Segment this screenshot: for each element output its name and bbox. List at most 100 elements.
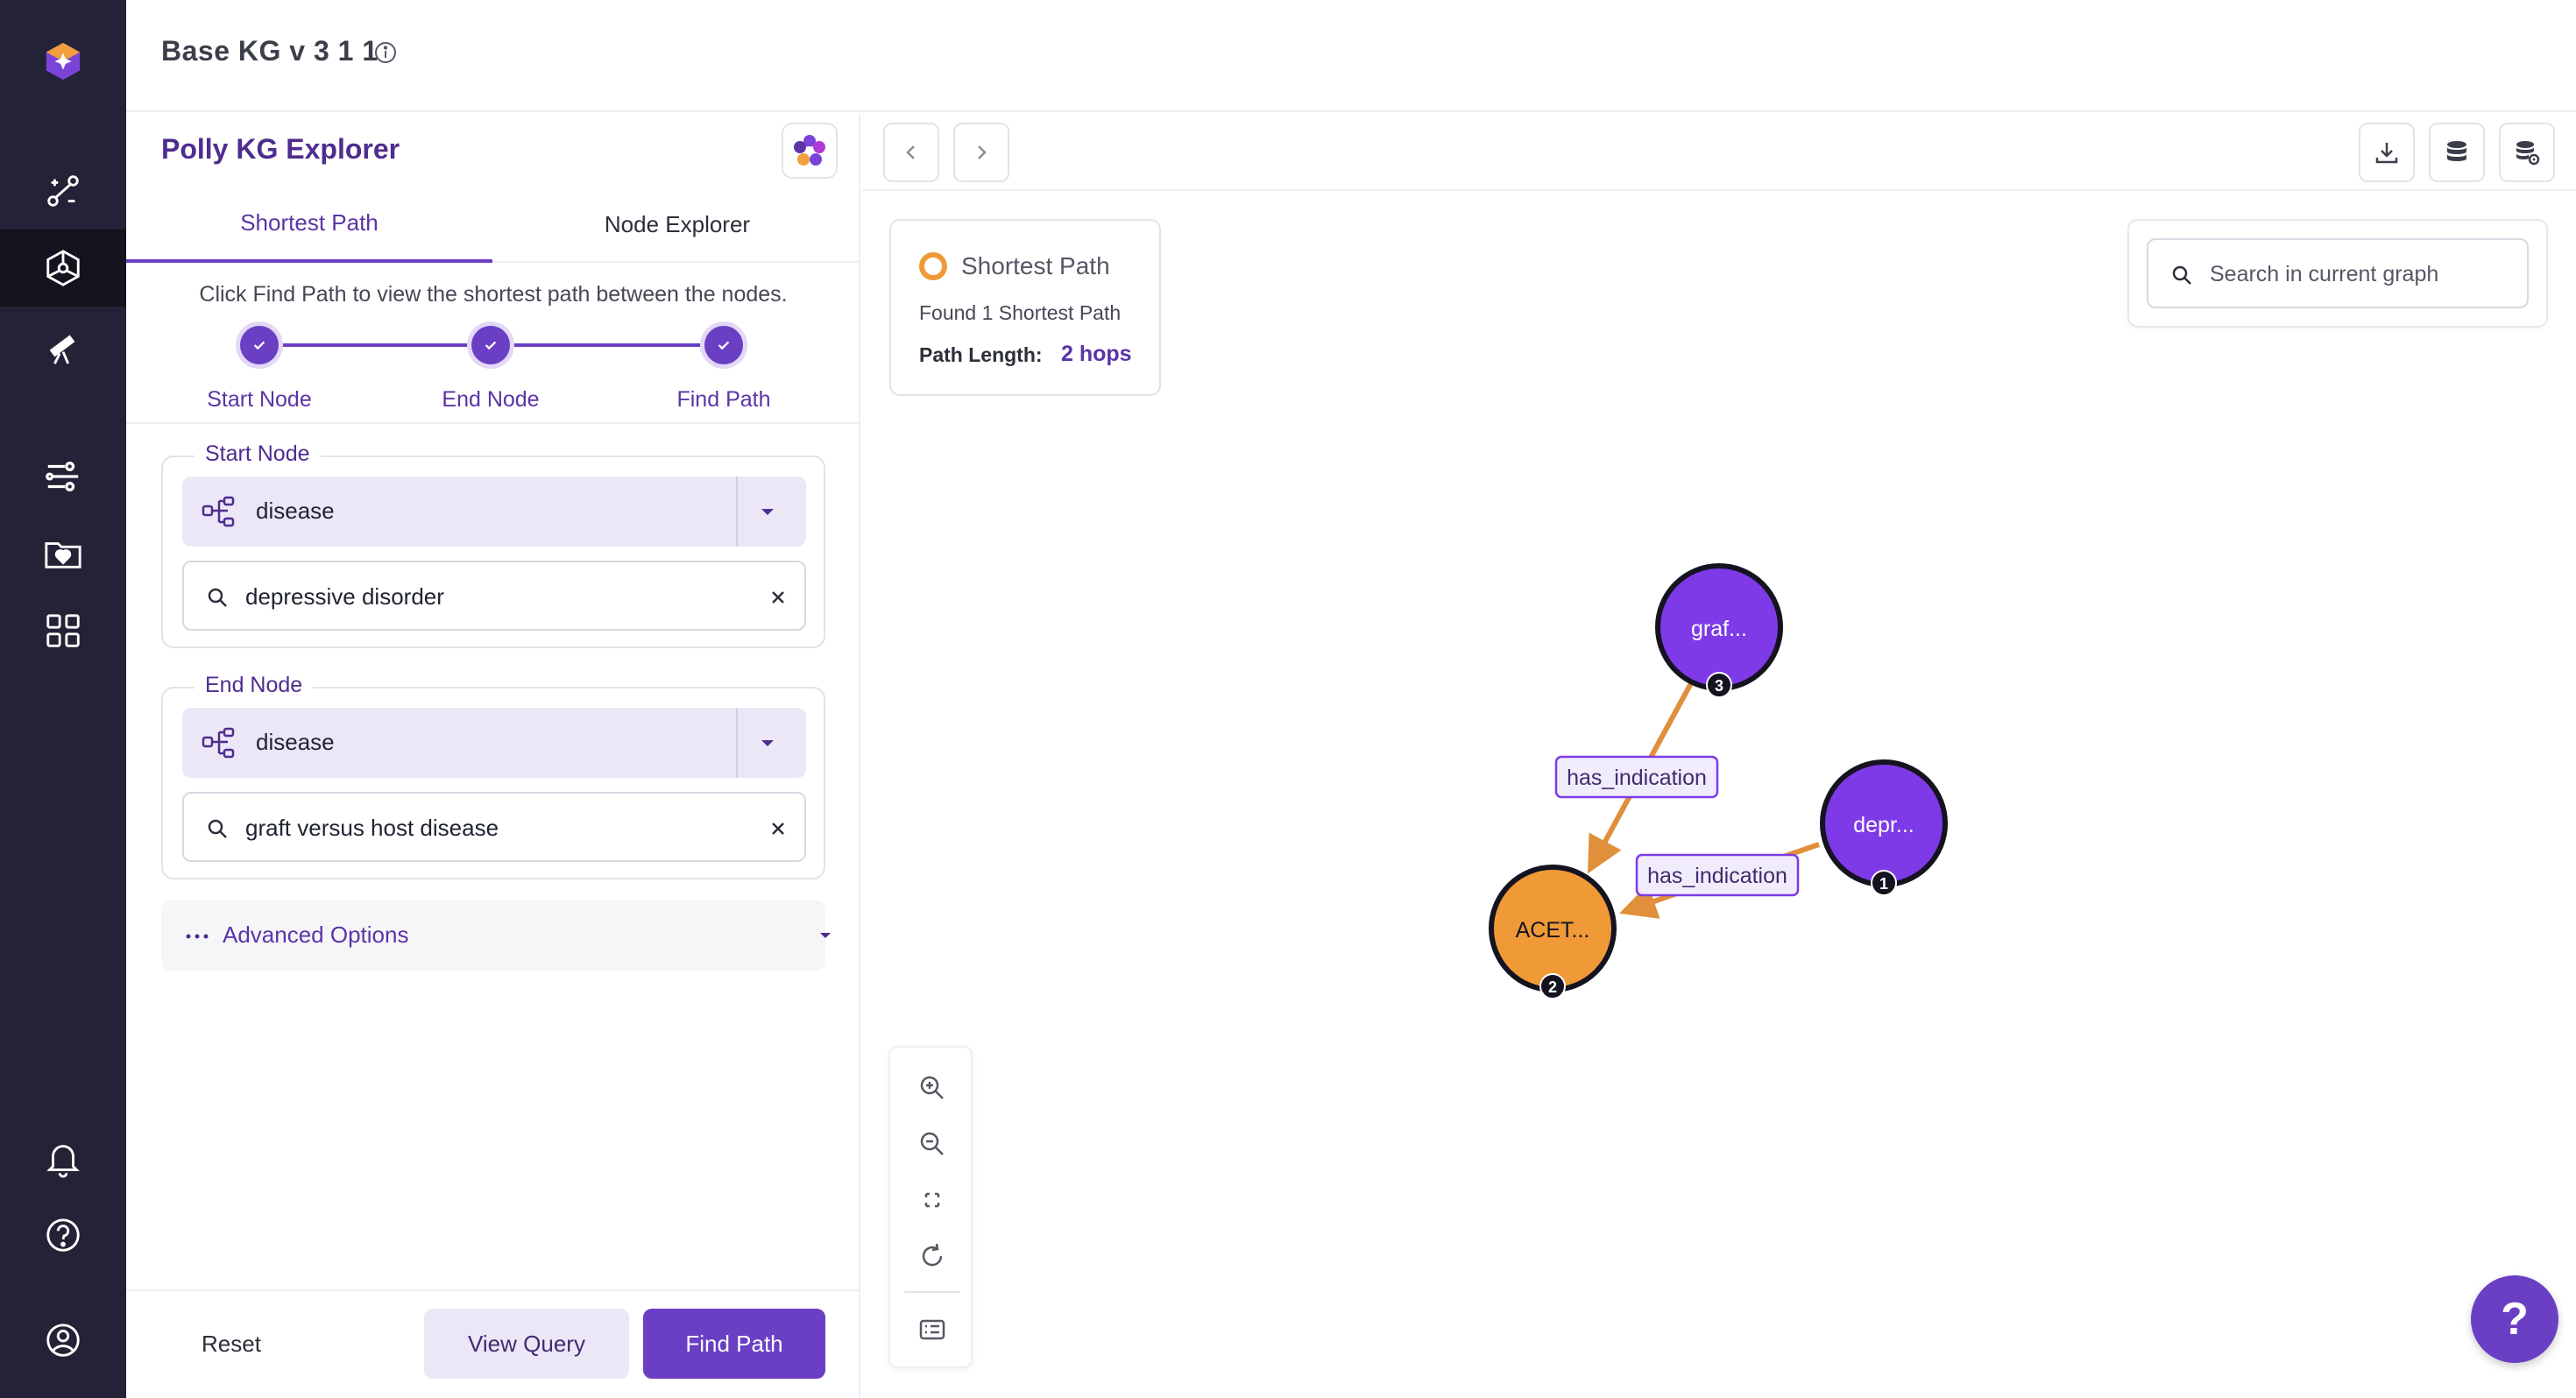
rail-favorites-button[interactable]	[0, 515, 126, 592]
start-node-type-value: disease	[256, 498, 335, 524]
node-label: depr...	[1853, 813, 1914, 837]
close-icon[interactable]	[766, 816, 790, 841]
search-icon	[208, 588, 227, 607]
graph-node[interactable]: graf... 3	[1655, 563, 1783, 698]
tab-shortest-path[interactable]: Shortest Path	[126, 186, 492, 263]
graph-node[interactable]: ACET... 2	[1489, 865, 1617, 999]
view-query-button[interactable]: View Query	[424, 1309, 629, 1379]
help-fab-button[interactable]: ?	[2471, 1275, 2558, 1363]
zoom-out-button[interactable]	[915, 1126, 950, 1161]
step-check-icon	[704, 326, 743, 364]
node-label: ACET...	[1516, 918, 1590, 943]
rail-kg-explorer-button[interactable]	[0, 229, 126, 307]
step-check-icon	[471, 326, 510, 364]
step-connector	[275, 343, 489, 347]
app-logo[interactable]	[0, 23, 126, 100]
legend-button[interactable]	[915, 1312, 950, 1347]
end-node-type-value: disease	[256, 729, 335, 755]
hierarchy-icon	[202, 496, 235, 527]
rail-apps-button[interactable]	[0, 592, 126, 669]
question-circle-icon	[46, 1218, 80, 1252]
folder-heart-icon	[45, 542, 81, 568]
step-label-end: End Node	[442, 387, 540, 412]
bell-icon	[46, 1145, 80, 1178]
select-separator	[736, 477, 738, 547]
end-node-type-select[interactable]: disease	[182, 708, 806, 778]
database-button[interactable]	[2429, 123, 2485, 182]
end-node-search-field[interactable]	[182, 792, 806, 862]
rail-discover-button[interactable]	[0, 307, 126, 384]
panel-tabs: Shortest Path Node Explorer	[126, 186, 860, 263]
back-button[interactable]	[883, 123, 939, 182]
reset-button[interactable]: Reset	[184, 1309, 279, 1379]
advanced-options-toggle[interactable]: Advanced Options	[161, 900, 831, 971]
node-order: 2	[1548, 978, 1557, 996]
rail-workflows-button[interactable]	[0, 438, 126, 515]
footer-divider	[126, 1289, 860, 1291]
zoom-in-icon	[920, 1076, 944, 1099]
explorer-panel: Polly KG Explorer Shortest Path Node Exp…	[126, 114, 860, 1398]
caret-down-icon[interactable]	[757, 501, 778, 522]
select-separator	[736, 708, 738, 778]
database-gear-icon	[2516, 141, 2540, 166]
find-path-button[interactable]: Find Path	[643, 1309, 825, 1379]
fit-screen-icon	[924, 1192, 940, 1208]
kg-version-title: Base KG v 3 1 1	[161, 35, 379, 67]
caret-down-icon	[820, 933, 831, 938]
zoom-out-icon	[920, 1132, 944, 1155]
user-circle-icon	[46, 1324, 80, 1357]
fit-view-button[interactable]	[915, 1183, 950, 1218]
route-icon	[47, 175, 79, 207]
flower-logo-icon	[794, 135, 825, 166]
rail-notifications-button[interactable]	[0, 1119, 126, 1197]
panel-title: Polly KG Explorer	[161, 133, 400, 165]
graph-toolbar	[862, 114, 2576, 191]
top-header: Base KG v 3 1 1	[126, 0, 2576, 112]
database-icon	[2447, 141, 2466, 161]
graph-edge[interactable]: has_indication	[1554, 681, 1719, 874]
reset-view-button[interactable]	[915, 1239, 950, 1274]
forward-button[interactable]	[953, 123, 1009, 182]
rail-pathway-button[interactable]	[0, 152, 126, 229]
pipeline-icon	[46, 461, 79, 492]
graph-edge[interactable]: has_indication	[1619, 842, 1820, 919]
rail-help-button[interactable]	[0, 1197, 126, 1274]
refresh-icon	[922, 1243, 943, 1267]
rail-profile-button[interactable]	[0, 1302, 126, 1379]
database-settings-button[interactable]	[2499, 123, 2555, 182]
start-node-type-select[interactable]: disease	[182, 477, 806, 547]
search-icon	[208, 819, 227, 838]
telescope-icon	[49, 335, 75, 364]
node-label: graf...	[1691, 617, 1747, 641]
download-button[interactable]	[2359, 123, 2415, 182]
info-icon[interactable]	[373, 40, 398, 65]
start-node-search-field[interactable]	[182, 561, 806, 631]
start-node-search-input[interactable]	[245, 578, 736, 615]
end-node-group: End Node disease	[161, 673, 825, 879]
polly-assistant-button[interactable]	[782, 123, 838, 179]
close-icon[interactable]	[766, 585, 790, 610]
caret-down-icon[interactable]	[757, 732, 778, 753]
more-dots-icon	[186, 934, 209, 939]
end-node-search-input[interactable]	[245, 809, 736, 846]
end-node-legend: End Node	[195, 673, 314, 698]
step-connector	[506, 343, 715, 347]
graph-canvas[interactable]: has_indication has_indication graf... 3 …	[862, 193, 2576, 1398]
zoom-in-button[interactable]	[915, 1070, 950, 1105]
instructions-text: Click Find Path to view the shortest pat…	[199, 282, 788, 307]
start-node-legend: Start Node	[195, 441, 321, 467]
chevron-left-icon	[906, 145, 915, 159]
progress-stepper: Start Node End Node Find Path	[126, 321, 860, 426]
graph-node[interactable]: depr... 1	[1820, 759, 1948, 896]
zoom-controls	[888, 1046, 973, 1368]
tab-node-explorer[interactable]: Node Explorer	[494, 186, 860, 263]
step-check-icon	[240, 326, 279, 364]
hexagon-network-icon	[46, 250, 80, 286]
start-node-group: Start Node disease	[161, 441, 825, 648]
app-rail	[0, 0, 126, 1398]
chevron-right-icon	[978, 145, 987, 159]
polly-logo-icon	[46, 42, 81, 81]
divider	[126, 422, 860, 424]
edge-label: has_indication	[1567, 766, 1707, 790]
hierarchy-icon	[202, 727, 235, 759]
